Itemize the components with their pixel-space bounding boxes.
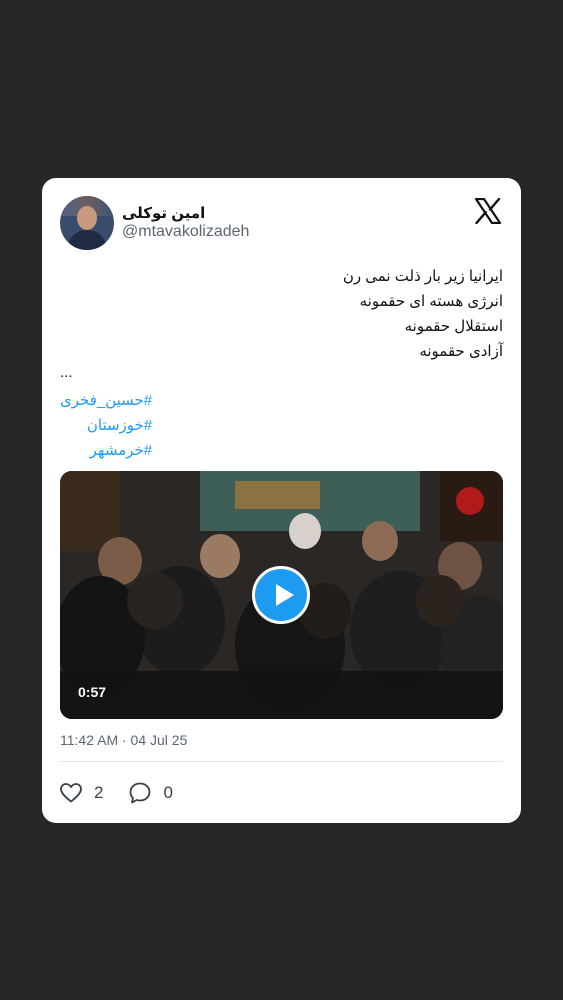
like-count: 2 xyxy=(94,783,104,802)
x-logo-icon xyxy=(474,198,502,224)
author-handle[interactable]: @mtavakolizadeh xyxy=(122,223,249,241)
speech-bubble-icon xyxy=(130,782,151,804)
hashtag-list: #حسین_فخری #خوزستان #خرمشهر xyxy=(60,388,152,463)
tweet-actions: 2 0 xyxy=(60,781,199,805)
tweet-line: آزادی حقمونه xyxy=(419,343,503,360)
tweet-card: امین توکلی @mtavakolizadeh ایرانیا زیر ب… xyxy=(42,178,521,823)
heart-icon xyxy=(60,783,82,803)
play-icon[interactable] xyxy=(252,566,310,624)
video-player[interactable]: 0:57 xyxy=(60,471,503,719)
hashtag-link[interactable]: #حسین_فخری xyxy=(60,388,152,413)
divider xyxy=(60,761,503,762)
author-display-name[interactable]: امین توکلی xyxy=(122,204,205,222)
reply-count: 0 xyxy=(163,783,173,802)
video-duration: 0:57 xyxy=(78,684,107,700)
tweet-text: ایرانیا زیر بار ذلت نمی رن انرژی هسته ای… xyxy=(343,264,503,364)
like-button[interactable]: 2 xyxy=(60,783,103,803)
reply-button[interactable]: 0 xyxy=(129,782,173,804)
tweet-ellipsis: ... xyxy=(60,364,73,381)
tweet-line: ایرانیا زیر بار ذلت نمی رن xyxy=(342,268,503,285)
tweet-line: انرژی هسته ای حقمونه xyxy=(359,293,503,310)
tweet-line: استقلال حقمونه xyxy=(404,318,503,335)
hashtag-link[interactable]: #خوزستان xyxy=(87,413,152,438)
hashtag-link[interactable]: #خرمشهر xyxy=(90,438,153,463)
tweet-timestamp[interactable]: 11:42 AM · 04 Jul 25 xyxy=(60,732,187,748)
avatar[interactable] xyxy=(60,196,114,250)
